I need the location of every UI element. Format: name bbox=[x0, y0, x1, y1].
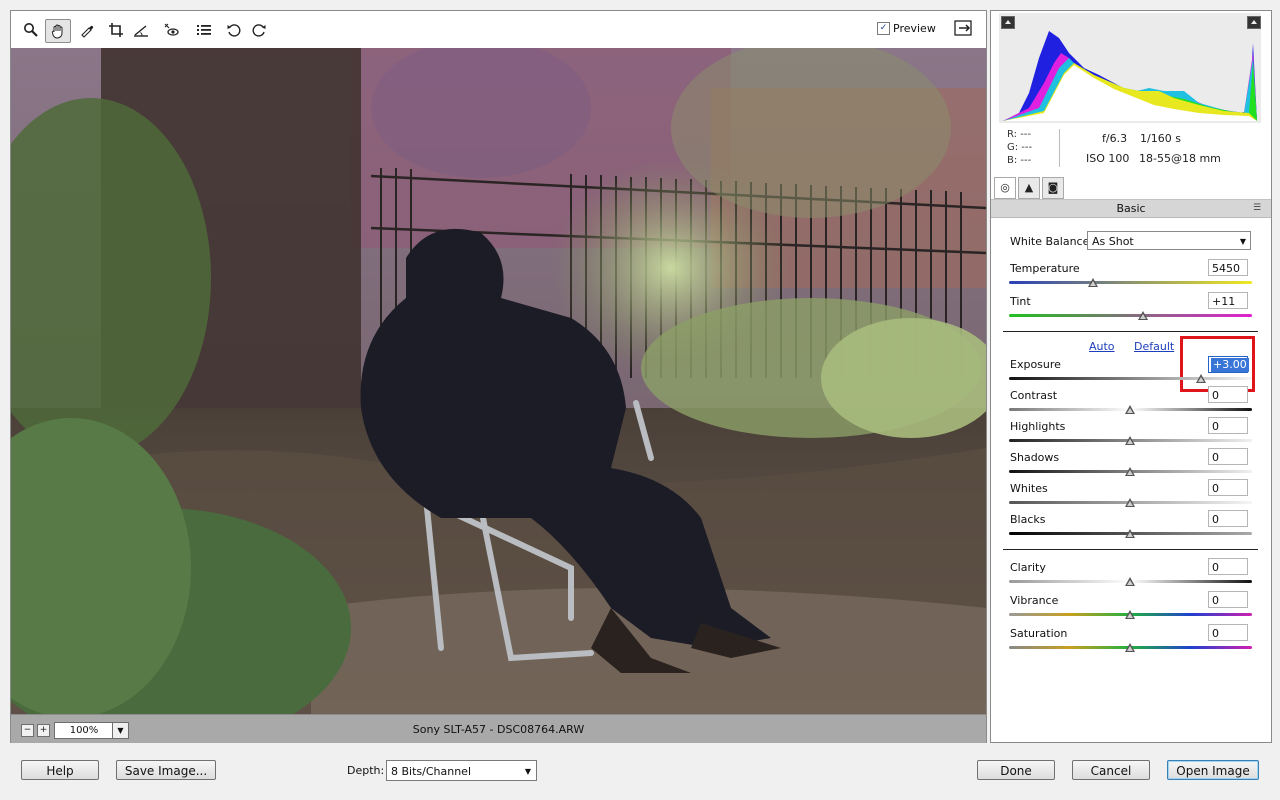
white-balance-label: White Balance: bbox=[1010, 235, 1094, 248]
open-image-button[interactable]: Open Image bbox=[1167, 760, 1259, 780]
rgb-readout-g: G: --- bbox=[1007, 142, 1033, 153]
status-bar: − + 100% ▼ Sony SLT-A57 - DSC08764.ARW bbox=[11, 714, 986, 743]
aperture-value: f/6.3 bbox=[1102, 132, 1128, 145]
shadows-field[interactable]: 0 bbox=[1208, 448, 1248, 465]
panel-menu-icon[interactable]: ☰ bbox=[1253, 203, 1261, 213]
vibrance-slider-thumb[interactable] bbox=[1125, 610, 1135, 619]
temperature-slider[interactable] bbox=[1009, 281, 1252, 284]
preview-label: Preview bbox=[893, 22, 936, 35]
image-pane: ✓ Preview − + 100% ▼ Sony SLT-A57 - DSC0… bbox=[10, 10, 987, 743]
default-link[interactable]: Default bbox=[1134, 340, 1174, 353]
crop-tool-icon[interactable] bbox=[104, 19, 128, 41]
camera-calibration-tab-icon[interactable]: ◙ bbox=[1042, 177, 1064, 199]
chevron-down-icon: ▼ bbox=[524, 767, 531, 776]
depth-value: 8 Bits/Channel bbox=[391, 765, 472, 778]
tint-slider-thumb[interactable] bbox=[1138, 311, 1148, 320]
exposure-slider[interactable] bbox=[1009, 377, 1252, 380]
iso-value: ISO 100 bbox=[1086, 152, 1130, 165]
preview-checkbox[interactable]: ✓ bbox=[877, 22, 890, 35]
auto-link[interactable]: Auto bbox=[1089, 340, 1115, 353]
vibrance-label: Vibrance bbox=[1010, 594, 1059, 607]
vibrance-field[interactable]: 0 bbox=[1208, 591, 1248, 608]
exposure-slider-thumb[interactable] bbox=[1196, 374, 1206, 383]
lens-value: 18-55@18 mm bbox=[1139, 152, 1221, 165]
preferences-list-icon[interactable] bbox=[192, 19, 216, 41]
exposure-label: Exposure bbox=[1010, 358, 1061, 371]
tint-slider[interactable] bbox=[1009, 314, 1252, 317]
white-balance-eyedropper-icon[interactable] bbox=[75, 19, 99, 41]
section-divider bbox=[1003, 331, 1258, 332]
rgb-readout-b: B: --- bbox=[1007, 155, 1032, 166]
shadows-slider-thumb[interactable] bbox=[1125, 467, 1135, 476]
highlight-clipping-warning-icon[interactable] bbox=[1247, 16, 1261, 29]
saturation-slider-thumb[interactable] bbox=[1125, 643, 1135, 652]
section-divider bbox=[1003, 549, 1258, 550]
panel-title: Basic bbox=[991, 200, 1271, 218]
rotate-left-icon[interactable] bbox=[222, 19, 246, 41]
saturation-label: Saturation bbox=[1010, 627, 1068, 640]
tone-curve-tab-icon[interactable]: ▲ bbox=[1018, 177, 1040, 199]
depth-label: Depth: bbox=[347, 764, 385, 777]
saturation-field[interactable]: 0 bbox=[1208, 624, 1248, 641]
clarity-field[interactable]: 0 bbox=[1208, 558, 1248, 575]
panel-tabs: ◎ ▲ ◙ bbox=[991, 177, 1271, 200]
straighten-tool-icon[interactable] bbox=[129, 19, 153, 41]
clarity-label: Clarity bbox=[1010, 561, 1046, 574]
blacks-slider-thumb[interactable] bbox=[1125, 529, 1135, 538]
shadows-label: Shadows bbox=[1010, 451, 1060, 464]
blacks-label: Blacks bbox=[1010, 513, 1046, 526]
contrast-field[interactable]: 0 bbox=[1208, 386, 1248, 403]
shadow-clipping-warning-icon[interactable] bbox=[1001, 16, 1015, 29]
photo-preview[interactable] bbox=[11, 48, 986, 714]
file-caption: Sony SLT-A57 - DSC08764.ARW bbox=[412, 723, 585, 736]
highlights-slider-thumb[interactable] bbox=[1125, 436, 1135, 445]
done-button[interactable]: Done bbox=[977, 760, 1055, 780]
shutter-speed-value: 1/160 s bbox=[1140, 132, 1181, 145]
adjustments-panel: R: --- G: --- B: --- f/6.3 1/160 s ISO 1… bbox=[990, 10, 1272, 743]
white-balance-select[interactable]: As Shot ▼ bbox=[1087, 231, 1251, 250]
tint-field[interactable]: +11 bbox=[1208, 292, 1248, 309]
contrast-label: Contrast bbox=[1010, 389, 1058, 402]
histogram-graph bbox=[1003, 31, 1257, 121]
info-divider bbox=[1059, 129, 1060, 167]
histogram bbox=[999, 13, 1261, 123]
contrast-slider-thumb[interactable] bbox=[1125, 405, 1135, 414]
chevron-down-icon: ▼ bbox=[1239, 237, 1246, 246]
zoom-tool-icon[interactable] bbox=[19, 19, 43, 41]
highlights-label: Highlights bbox=[1010, 420, 1066, 433]
red-eye-tool-icon[interactable] bbox=[159, 19, 183, 41]
whites-slider-thumb[interactable] bbox=[1125, 498, 1135, 507]
photo-image bbox=[11, 48, 986, 714]
preview-toggle[interactable]: ✓ Preview bbox=[877, 22, 936, 35]
temperature-label: Temperature bbox=[1010, 262, 1080, 275]
whites-label: Whites bbox=[1010, 482, 1048, 495]
hand-tool-icon[interactable] bbox=[45, 19, 71, 43]
rgb-readout-r: R: --- bbox=[1007, 129, 1032, 140]
help-button[interactable]: Help bbox=[21, 760, 99, 780]
highlights-field[interactable]: 0 bbox=[1208, 417, 1248, 434]
fullscreen-toggle-icon[interactable] bbox=[954, 20, 974, 38]
white-balance-value: As Shot bbox=[1092, 235, 1134, 248]
depth-select[interactable]: 8 Bits/Channel ▼ bbox=[386, 760, 537, 781]
tint-label: Tint bbox=[1010, 295, 1031, 308]
whites-field[interactable]: 0 bbox=[1208, 479, 1248, 496]
blacks-field[interactable]: 0 bbox=[1208, 510, 1248, 527]
exposure-highlight-box bbox=[1180, 336, 1255, 392]
save-image-button[interactable]: Save Image... bbox=[116, 760, 216, 780]
rotate-right-icon[interactable] bbox=[247, 19, 271, 41]
temperature-field[interactable]: 5450 bbox=[1208, 259, 1248, 276]
clarity-slider-thumb[interactable] bbox=[1125, 577, 1135, 586]
basic-tab-icon[interactable]: ◎ bbox=[994, 177, 1016, 199]
toolbar: ✓ Preview bbox=[11, 11, 986, 48]
cancel-button[interactable]: Cancel bbox=[1072, 760, 1150, 780]
temperature-slider-thumb[interactable] bbox=[1088, 278, 1098, 287]
